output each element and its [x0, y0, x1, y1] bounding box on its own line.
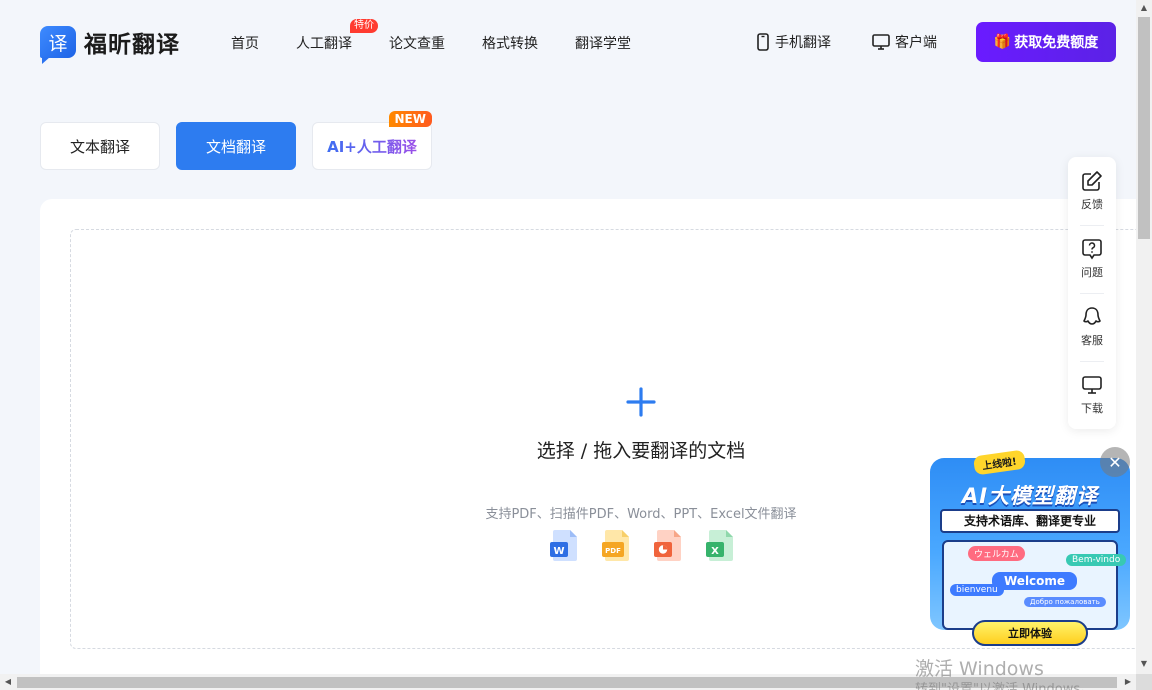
desktop-client-label: 客户端 — [895, 35, 937, 51]
nav-item-format-convert[interactable]: 格式转换 — [482, 33, 538, 53]
file-type-icons: W PDF X — [550, 529, 758, 562]
plus-icon — [626, 387, 656, 417]
excel-icon-label: X — [711, 546, 719, 557]
promo-illustration: ウェルカム Bem-vindo Welcome bienvenu Добро п… — [942, 540, 1127, 630]
logo-text: 福昕翻译 — [84, 32, 180, 58]
nav-item-translation-academy[interactable]: 翻译学堂 — [575, 33, 631, 53]
logo-icon: 译 — [40, 26, 76, 64]
monitor-icon — [872, 34, 890, 50]
activate-windows-watermark-sub: 转到"设置"以激活 Windows。 — [915, 682, 1094, 690]
get-free-quota-button[interactable]: 🎁 获取免费额度 — [976, 22, 1116, 62]
close-promo-icon[interactable]: ✕ — [1100, 447, 1130, 477]
promo-bubble: Bem-vindo — [1066, 554, 1127, 566]
try-now-button[interactable]: 立即体验 — [972, 620, 1088, 646]
desktop-client-link[interactable]: 客户端 — [872, 32, 937, 52]
tab-document-translation[interactable]: 文档翻译 — [176, 122, 296, 170]
promo-bubble: ウェルカム — [968, 546, 1025, 561]
nav-item-home[interactable]: 首页 — [231, 33, 259, 53]
word-icon-label: W — [553, 546, 564, 557]
scrollbar-corner — [1136, 674, 1152, 690]
customer-service-label: 客服 — [1081, 334, 1103, 347]
headset-icon — [1083, 307, 1101, 325]
faq-button[interactable]: 问题 — [1068, 225, 1116, 293]
customer-service-button[interactable]: 客服 — [1068, 293, 1116, 361]
feedback-label: 反馈 — [1081, 198, 1103, 211]
nav-item-label: 人工翻译 — [296, 36, 352, 52]
mobile-translation-link[interactable]: 手机翻译 — [756, 32, 831, 52]
feedback-button[interactable]: 反馈 — [1068, 157, 1116, 225]
pdf-icon-label: PDF — [605, 547, 621, 555]
question-icon — [1082, 239, 1102, 260]
faq-label: 问题 — [1081, 266, 1103, 279]
ppt-icon — [654, 530, 681, 561]
nav-item-human-translation[interactable]: 人工翻译 特价 — [296, 19, 378, 53]
pdf-icon: PDF — [602, 530, 629, 561]
tab-ai-human-translation[interactable]: AI+人工翻译 NEW — [312, 111, 432, 170]
monitor-icon — [1082, 376, 1102, 394]
new-badge: NEW — [388, 111, 432, 127]
promo-bubble: bienvenu — [950, 584, 1004, 596]
activate-windows-watermark: 激活 Windows — [915, 658, 1044, 680]
ai-translation-promo[interactable]: 上线啦! AI大模型翻译 支持术语库、翻译更专业 ウェルカム Bem-vindo… — [930, 449, 1130, 646]
promo-bubble: Welcome — [992, 572, 1078, 590]
promo-bubble: Добро пожаловать — [1024, 597, 1106, 607]
promo-subtitle: 支持术语库、翻译更专业 — [940, 509, 1120, 533]
edit-icon — [1082, 171, 1102, 191]
download-button[interactable]: 下载 — [1068, 361, 1116, 429]
scroll-left-arrow-icon[interactable]: ◀ — [0, 674, 16, 690]
word-icon: W — [550, 530, 577, 561]
gift-icon: 🎁 — [993, 34, 1012, 50]
phone-icon — [757, 33, 769, 51]
mobile-translation-label: 手机翻译 — [775, 35, 831, 51]
nav-item-plagiarism-check[interactable]: 论文查重 — [389, 33, 445, 53]
get-free-quota-label: 获取免费额度 — [1014, 35, 1099, 51]
promo-title: AI大模型翻译 — [961, 484, 1099, 508]
logo[interactable]: 译 福昕翻译 — [40, 25, 180, 64]
vertical-scrollbar-thumb[interactable] — [1138, 17, 1150, 239]
tab-text-translation[interactable]: 文本翻译 — [40, 122, 160, 170]
scroll-down-arrow-icon[interactable]: ▼ — [1136, 656, 1152, 672]
scroll-up-arrow-icon[interactable]: ▲ — [1136, 0, 1152, 16]
excel-icon: X — [706, 530, 733, 561]
discount-badge: 特价 — [350, 19, 378, 33]
scroll-right-arrow-icon[interactable]: ▶ — [1120, 674, 1136, 690]
tab-ai-label: AI+人工翻译 — [327, 137, 417, 156]
main-nav: 首页 人工翻译 特价 论文查重 格式转换 翻译学堂 — [231, 19, 668, 53]
floating-toolbar: 反馈 问题 客服 下载 — [1068, 157, 1116, 429]
top-navbar: 译 福昕翻译 首页 人工翻译 特价 论文查重 格式转换 翻译学堂 手机翻译 客户… — [0, 0, 1136, 84]
download-label: 下载 — [1081, 402, 1103, 415]
